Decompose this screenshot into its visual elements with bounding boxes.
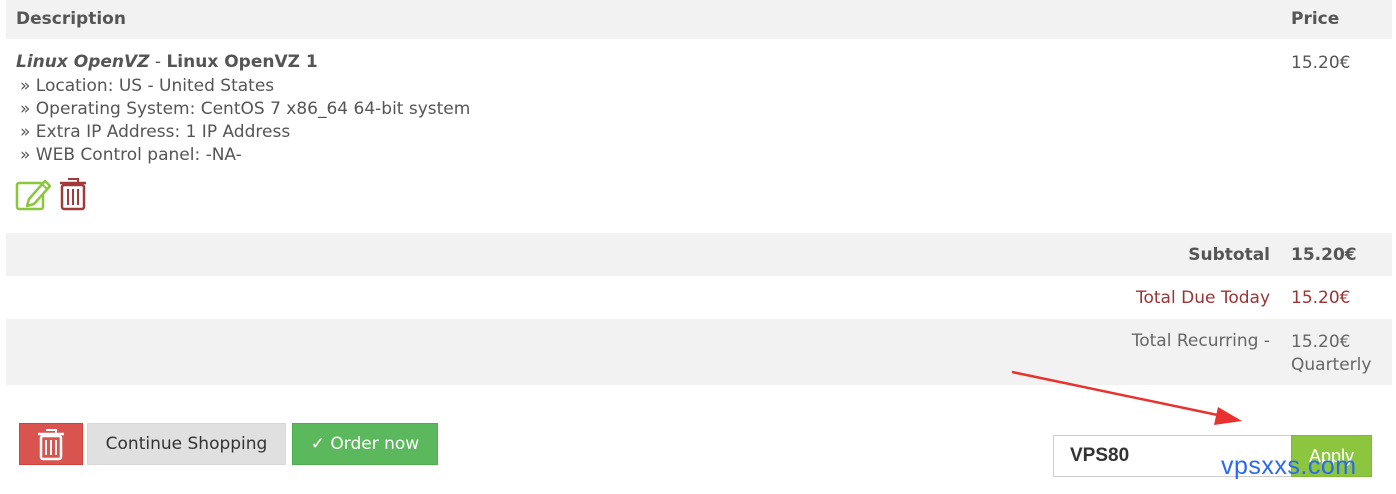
watermark-text: vpsxxs.com [1221, 452, 1357, 480]
cart-item-row: Linux OpenVZ - Linux OpenVZ 1 » Location… [6, 39, 1392, 233]
option-control-panel: » WEB Control panel: -NA- [20, 145, 242, 165]
recurring-label: Total Recurring - [1131, 331, 1270, 351]
product-group: Linux OpenVZ [16, 52, 150, 72]
empty-cart-button[interactable] [19, 423, 83, 465]
order-now-button[interactable]: ✓ Order now [292, 423, 438, 465]
continue-shopping-button[interactable]: Continue Shopping [87, 423, 286, 465]
option-extra-ip: » Extra IP Address: 1 IP Address [20, 122, 291, 142]
price-header: Price [1291, 9, 1340, 29]
due-today-label: Total Due Today [1136, 288, 1270, 308]
description-header: Description [16, 9, 126, 29]
title-separator: - [149, 52, 167, 72]
recurring-value-block: 15.20€ Quarterly [1291, 331, 1371, 377]
item-price: 15.20€ [1291, 53, 1351, 73]
option-location: » Location: US - United States [20, 76, 275, 96]
option-os: » Operating System: CentOS 7 x86_64 64-b… [20, 99, 471, 119]
subtotal-value: 15.20€ [1291, 245, 1357, 265]
edit-icon[interactable] [15, 177, 53, 211]
recurring-value: 15.20€ [1291, 332, 1351, 352]
recurring-cycle: Quarterly [1291, 355, 1372, 375]
due-today-row: Total Due Today 15.20€ [6, 276, 1392, 319]
due-today-value: 15.20€ [1291, 288, 1351, 308]
subtotal-label: Subtotal [1188, 245, 1270, 265]
remove-item-icon[interactable] [58, 177, 88, 211]
table-header: Description Price [6, 0, 1392, 39]
subtotal-row: Subtotal 15.20€ [6, 233, 1392, 276]
trash-icon [38, 429, 64, 461]
product-title: Linux OpenVZ - Linux OpenVZ 1 [16, 52, 318, 72]
product-name: Linux OpenVZ 1 [166, 52, 318, 72]
annotation-arrow [1011, 370, 1242, 425]
